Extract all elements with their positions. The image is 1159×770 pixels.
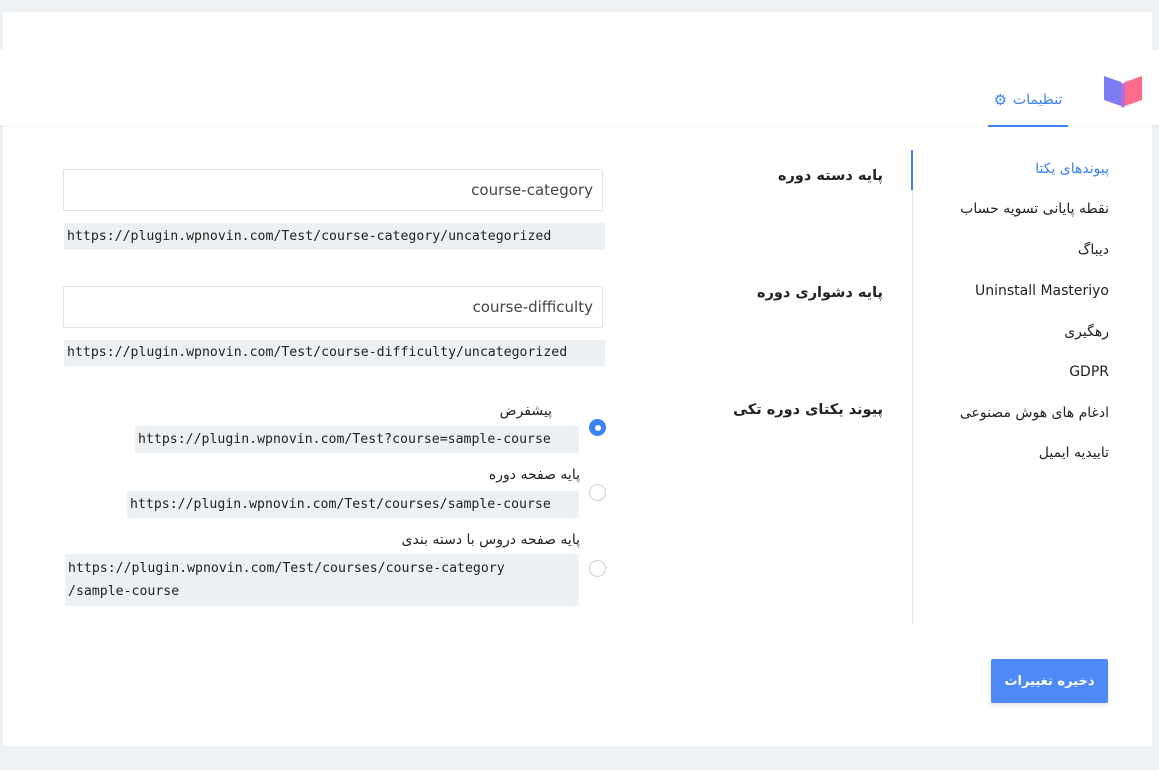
course-difficulty-base-input[interactable] [63, 286, 603, 328]
save-changes-button[interactable]: ذخیره تغییرات [991, 659, 1108, 703]
sidebar-item-debug[interactable]: دیباگ [1078, 242, 1109, 258]
sidebar-item-permalinks[interactable]: پیوندهای یکتا [1035, 161, 1109, 177]
course-category-base-input[interactable] [63, 169, 603, 211]
sidebar-active-indicator [911, 150, 913, 190]
permalink-option-course-base-label: پایه صفحه دوره [488, 467, 580, 483]
top-navigation-bar [0, 50, 1159, 125]
permalink-option-default-label: پیشفرض [499, 403, 552, 419]
permalink-option-category-base-url-line2: /sample-course [68, 584, 180, 599]
permalink-option-category-base-label: پایه صفحه دروس با دسته بندی [401, 532, 580, 548]
permalink-option-category-base-radio[interactable] [589, 560, 606, 577]
settings-sidebar: پیوندهای یکتا نقطه پایانی تسویه حساب دیب… [911, 150, 1109, 624]
course-difficulty-url-preview: https://plugin.wpnovin.com/Test/course-d… [64, 340, 605, 366]
permalink-option-course-base-url: https://plugin.wpnovin.com/Test/courses/… [127, 491, 579, 518]
permalink-option-default-url: https://plugin.wpnovin.com/Test?course=s… [135, 426, 579, 453]
permalink-option-category-base-url-line1: https://plugin.wpnovin.com/Test/courses/… [68, 561, 505, 576]
tab-settings-label: تنظیمات [1013, 92, 1063, 108]
single-course-permalink-label: پیوند یکتای دوره تکی [733, 402, 883, 418]
sidebar-item-gdpr[interactable]: GDPR [1069, 364, 1109, 380]
sidebar-item-ai-integrations[interactable]: ادغام های هوش مصنوعی [960, 405, 1109, 421]
course-category-url-preview: https://plugin.wpnovin.com/Test/course-c… [64, 223, 605, 250]
sidebar-item-email-verification[interactable]: تاییدیه ایمیل [1039, 445, 1109, 461]
permalink-option-category-base-url: https://plugin.wpnovin.com/Test/courses/… [65, 554, 579, 606]
sidebar-item-uninstall[interactable]: Uninstall Masteriyo [975, 283, 1109, 299]
course-category-base-label: پایه دسته دوره [778, 168, 883, 184]
book-logo-icon[interactable] [1102, 72, 1144, 108]
gear-icon: ⚙ [993, 90, 1008, 109]
sidebar-item-tracking[interactable]: رهگیری [1064, 324, 1109, 340]
permalink-option-course-base-radio[interactable] [589, 484, 606, 501]
course-difficulty-base-label: پایه دشواری دوره [757, 285, 883, 301]
permalink-option-default-radio[interactable] [589, 419, 606, 436]
sidebar-item-checkout-endpoints[interactable]: نقطه پایانی تسویه حساب [960, 201, 1109, 217]
tab-settings[interactable]: تنظیمات ⚙ [988, 75, 1068, 127]
